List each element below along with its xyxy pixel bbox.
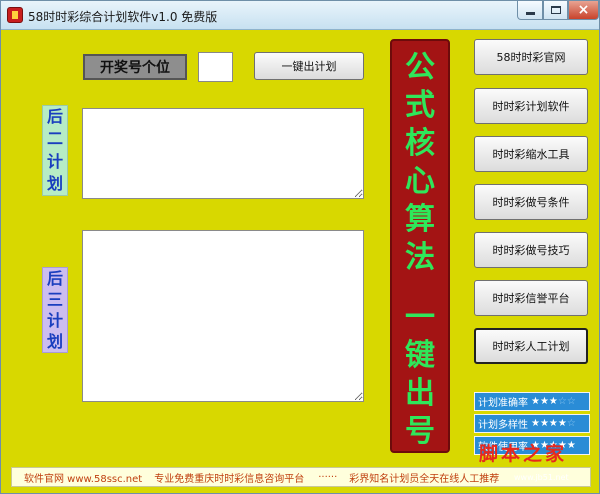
plan-3-label-char: 计	[46, 310, 63, 330]
plan-3-output[interactable]	[82, 230, 364, 402]
formula-char: 法	[405, 240, 435, 275]
plan-2-label-char: 计	[46, 151, 63, 171]
plan-2-label-char: 二	[46, 129, 63, 149]
digit-input[interactable]	[198, 52, 233, 82]
empty-stars: ☆	[566, 418, 576, 429]
site-link[interactable]: 软件官网 www.58ssc.net	[24, 470, 142, 485]
maximize-icon	[550, 6, 561, 14]
title-bar[interactable]: 58时时彩综合计划软件v1.0 免费版 ×	[1, 1, 599, 30]
position-label: 开奖号个位	[83, 54, 187, 80]
plan-2-label-char: 后	[46, 107, 63, 127]
plan-3-label-char: 三	[46, 289, 63, 309]
plan-3-label-char: 划	[46, 331, 63, 351]
formula-char: 算	[405, 202, 435, 237]
plan-2-output[interactable]	[82, 108, 364, 199]
star-rating: ★★★☆☆	[531, 396, 576, 407]
filled-stars: ★★★★	[531, 418, 567, 429]
generate-plan-button[interactable]: 一键出计划	[254, 52, 364, 80]
rating-label: 计划准确率	[478, 398, 528, 409]
minimize-button[interactable]	[517, 1, 543, 20]
formula-char: 一	[405, 300, 435, 335]
app-window: 58时时彩综合计划软件v1.0 免费版 × 开奖号个位 一键出计划 后 二 计 …	[0, 0, 600, 494]
official-site-button[interactable]: 58时时彩官网	[474, 39, 588, 75]
marquee-note: 彩界知名计划员全天在线人工推荐	[349, 473, 500, 485]
slogan-text: 专业免费重庆时时彩信息咨询平台	[154, 473, 305, 485]
plan-3-label-char: 后	[46, 268, 63, 288]
reduction-tool-button[interactable]: 时时彩缩水工具	[474, 136, 588, 172]
plan-3-label: 后 三 计 划	[42, 267, 68, 353]
close-button[interactable]: ×	[568, 1, 599, 20]
marquee-bar: 软件官网 www.58ssc.net 专业免费重庆时时彩信息咨询平台 ·····…	[11, 467, 591, 487]
star-rating: ★★★★☆	[531, 418, 576, 429]
maximize-button[interactable]	[543, 1, 568, 20]
manual-plan-button[interactable]: 时时彩人工计划	[474, 328, 588, 364]
app-logo-icon	[7, 7, 23, 23]
filled-stars: ★★★	[531, 396, 558, 407]
window-title: 58时时彩综合计划软件v1.0 免费版	[28, 10, 218, 24]
formula-char: 号	[405, 414, 435, 449]
plan-2-label-char: 划	[46, 173, 63, 193]
formula-char: 键	[405, 338, 435, 373]
trusted-platform-button[interactable]: 时时彩信誉平台	[474, 280, 588, 316]
number-conditions-button[interactable]: 时时彩做号条件	[474, 184, 588, 220]
empty-stars: ☆☆	[557, 396, 576, 407]
formula-char: 核	[405, 126, 435, 161]
close-icon: ×	[577, 2, 590, 18]
plan-2-label: 后 二 计 划	[42, 105, 68, 196]
accuracy-rating: 计划准确率 ★★★☆☆	[474, 392, 590, 411]
formula-char: 公	[405, 50, 435, 85]
formula-char: 心	[405, 164, 435, 199]
number-tips-button[interactable]: 时时彩做号技巧	[474, 232, 588, 268]
separator: ······	[318, 471, 338, 483]
minimize-icon	[525, 11, 535, 15]
watermark: 脚本之家	[479, 443, 568, 465]
diversity-rating: 计划多样性 ★★★★☆	[474, 414, 590, 433]
formula-char: 式	[405, 88, 435, 123]
rating-label: 计划多样性	[478, 420, 528, 431]
formula-char: 出	[405, 376, 435, 411]
watermark-url: www.jb51.net	[514, 473, 569, 482]
plan-software-button[interactable]: 时时彩计划软件	[474, 88, 588, 124]
formula-banner: 公 式 核 心 算 法 一 键 出 号	[390, 39, 450, 453]
